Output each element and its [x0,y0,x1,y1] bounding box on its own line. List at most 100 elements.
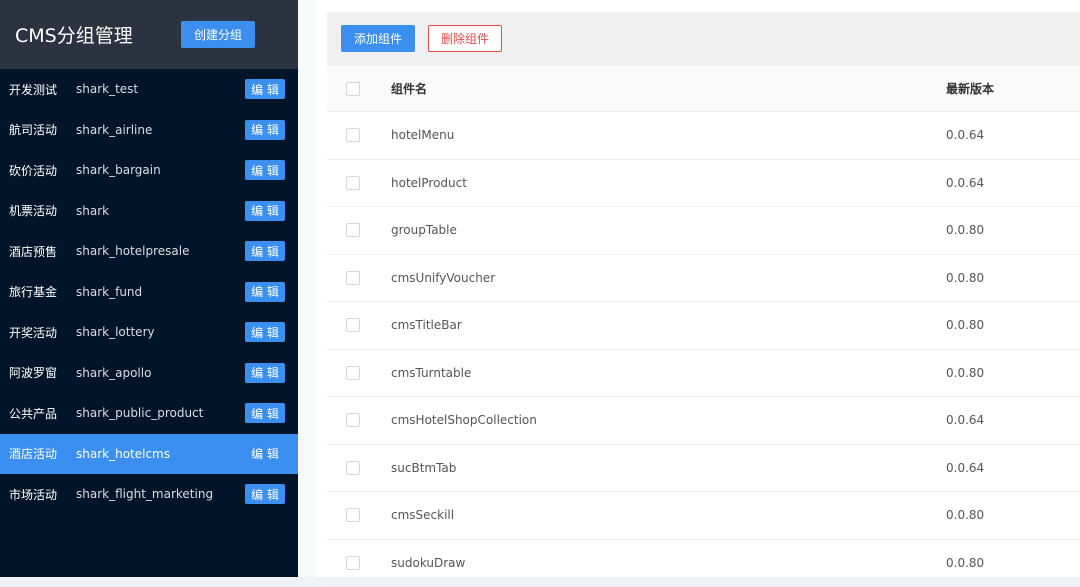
component-name: sucBtmTab [391,461,456,475]
group-key: shark_hotelcms [76,447,170,461]
sidebar-header: CMS分组管理 创建分组 [0,0,298,69]
component-name: cmsSeckill [391,508,454,522]
group-item-shark[interactable]: 机票活动 shark 编 辑 [0,191,298,232]
component-version: 0.0.64 [946,128,984,142]
table-row[interactable]: sucBtmTab 0.0.64 [327,445,1080,493]
edit-group-button[interactable]: 编 辑 [245,120,285,140]
group-key: shark_hotelpresale [76,244,189,258]
group-item-shark_airline[interactable]: 航司活动 shark_airline 编 辑 [0,110,298,151]
component-version: 0.0.80 [946,223,984,237]
component-version: 0.0.64 [946,176,984,190]
edit-group-button[interactable]: 编 辑 [245,322,285,342]
edit-group-button[interactable]: 编 辑 [245,484,285,504]
component-version: 0.0.80 [946,556,984,570]
row-checkbox[interactable] [346,271,360,285]
table-header: 组件名 最新版本 [327,66,1080,112]
group-key: shark_airline [76,123,152,137]
edit-group-button[interactable]: 编 辑 [245,444,285,464]
add-component-button[interactable]: 添加组件 [341,25,415,52]
component-name: groupTable [391,223,457,237]
component-version: 0.0.80 [946,318,984,332]
group-name: 阿波罗窗 [9,364,57,381]
edit-group-button[interactable]: 编 辑 [245,282,285,302]
edit-group-button[interactable]: 编 辑 [245,403,285,423]
table-row[interactable]: hotelMenu 0.0.64 [327,112,1080,160]
group-item-shark_hotelpresale[interactable]: 酒店预售 shark_hotelpresale 编 辑 [0,231,298,272]
group-key: shark_test [76,82,138,96]
component-version: 0.0.80 [946,271,984,285]
component-version: 0.0.64 [946,413,984,427]
group-key: shark_bargain [76,163,161,177]
column-header-version: 最新版本 [946,80,994,97]
table-row[interactable]: cmsUnifyVoucher 0.0.80 [327,255,1080,303]
select-all-checkbox[interactable] [346,82,360,96]
group-name: 市场活动 [9,486,57,503]
row-checkbox[interactable] [346,176,360,190]
table-row[interactable]: sudokuDraw 0.0.80 [327,540,1080,587]
divider [298,0,316,577]
edit-group-button[interactable]: 编 辑 [245,201,285,221]
component-version: 0.0.64 [946,461,984,475]
component-version: 0.0.80 [946,508,984,522]
group-key: shark [76,204,109,218]
group-name: 砍价活动 [9,162,57,179]
edit-group-button[interactable]: 编 辑 [245,241,285,261]
component-name: hotelProduct [391,176,467,190]
edit-group-button[interactable]: 编 辑 [245,160,285,180]
table-row[interactable]: hotelProduct 0.0.64 [327,160,1080,208]
edit-group-button[interactable]: 编 辑 [245,79,285,99]
table-row[interactable]: groupTable 0.0.80 [327,207,1080,255]
row-checkbox[interactable] [346,128,360,142]
group-name: 开奖活动 [9,324,57,341]
component-name: sudokuDraw [391,556,465,570]
group-key: shark_public_product [76,406,203,420]
group-name: 航司活动 [9,121,57,138]
row-checkbox[interactable] [346,413,360,427]
component-version: 0.0.80 [946,366,984,380]
table-row[interactable]: cmsHotelShopCollection 0.0.64 [327,397,1080,445]
table-body: hotelMenu 0.0.64 hotelProduct 0.0.64 groupTa… [327,112,1080,587]
component-name: hotelMenu [391,128,454,142]
edit-group-button[interactable]: 编 辑 [245,363,285,383]
group-key: shark_fund [76,285,142,299]
component-table: 组件名 最新版本 hotelMenu 0.0.64 hotelProduct 0.0.… [327,66,1080,587]
table-row[interactable]: cmsTurntable 0.0.80 [327,350,1080,398]
group-key: shark_apollo [76,366,151,380]
table-row[interactable]: cmsTitleBar 0.0.80 [327,302,1080,350]
group-key: shark_flight_marketing [76,487,213,501]
group-item-shark_hotelcms[interactable]: 酒店活动 shark_hotelcms 编 辑 [0,434,298,475]
group-item-shark_fund[interactable]: 旅行基金 shark_fund 编 辑 [0,272,298,313]
group-key: shark_lottery [76,325,155,339]
component-name: cmsTitleBar [391,318,462,332]
sidebar: CMS分组管理 创建分组 开发测试shark_test编 辑航司活动shark_… [0,0,298,577]
group-name: 机票活动 [9,202,57,219]
create-group-button[interactable]: 创建分组 [181,21,255,48]
row-checkbox[interactable] [346,461,360,475]
row-checkbox[interactable] [346,366,360,380]
group-name: 旅行基金 [9,283,57,300]
column-header-name: 组件名 [391,80,427,97]
component-name: cmsUnifyVoucher [391,271,495,285]
group-list: 开发测试shark_test编 辑航司活动shark_airline编 辑砍价活… [0,69,298,515]
group-item-shark_flight_marketing[interactable]: 市场活动 shark_flight_marketing 编 辑 [0,474,298,515]
toolbar: 添加组件 删除组件 [327,12,1080,66]
component-name: cmsHotelShopCollection [391,413,537,427]
row-checkbox[interactable] [346,556,360,570]
group-name: 酒店活动 [9,445,57,462]
group-name: 开发测试 [9,81,57,98]
group-item-shark_test[interactable]: 开发测试 shark_test 编 辑 [0,69,298,110]
group-item-shark_public_product[interactable]: 公共产品 shark_public_product 编 辑 [0,393,298,434]
group-item-shark_apollo[interactable]: 阿波罗窗 shark_apollo 编 辑 [0,353,298,394]
sidebar-title: CMS分组管理 [15,21,133,48]
row-checkbox[interactable] [346,223,360,237]
row-checkbox[interactable] [346,318,360,332]
component-name: cmsTurntable [391,366,471,380]
group-item-shark_bargain[interactable]: 砍价活动 shark_bargain 编 辑 [0,150,298,191]
delete-component-button[interactable]: 删除组件 [428,25,502,52]
row-checkbox[interactable] [346,508,360,522]
group-item-shark_lottery[interactable]: 开奖活动 shark_lottery 编 辑 [0,312,298,353]
group-name: 酒店预售 [9,243,57,260]
table-row[interactable]: cmsSeckill 0.0.80 [327,492,1080,540]
group-name: 公共产品 [9,405,57,422]
main-panel: 添加组件 删除组件 组件名 最新版本 hotelMenu0.0.64hotelP… [316,0,1080,577]
